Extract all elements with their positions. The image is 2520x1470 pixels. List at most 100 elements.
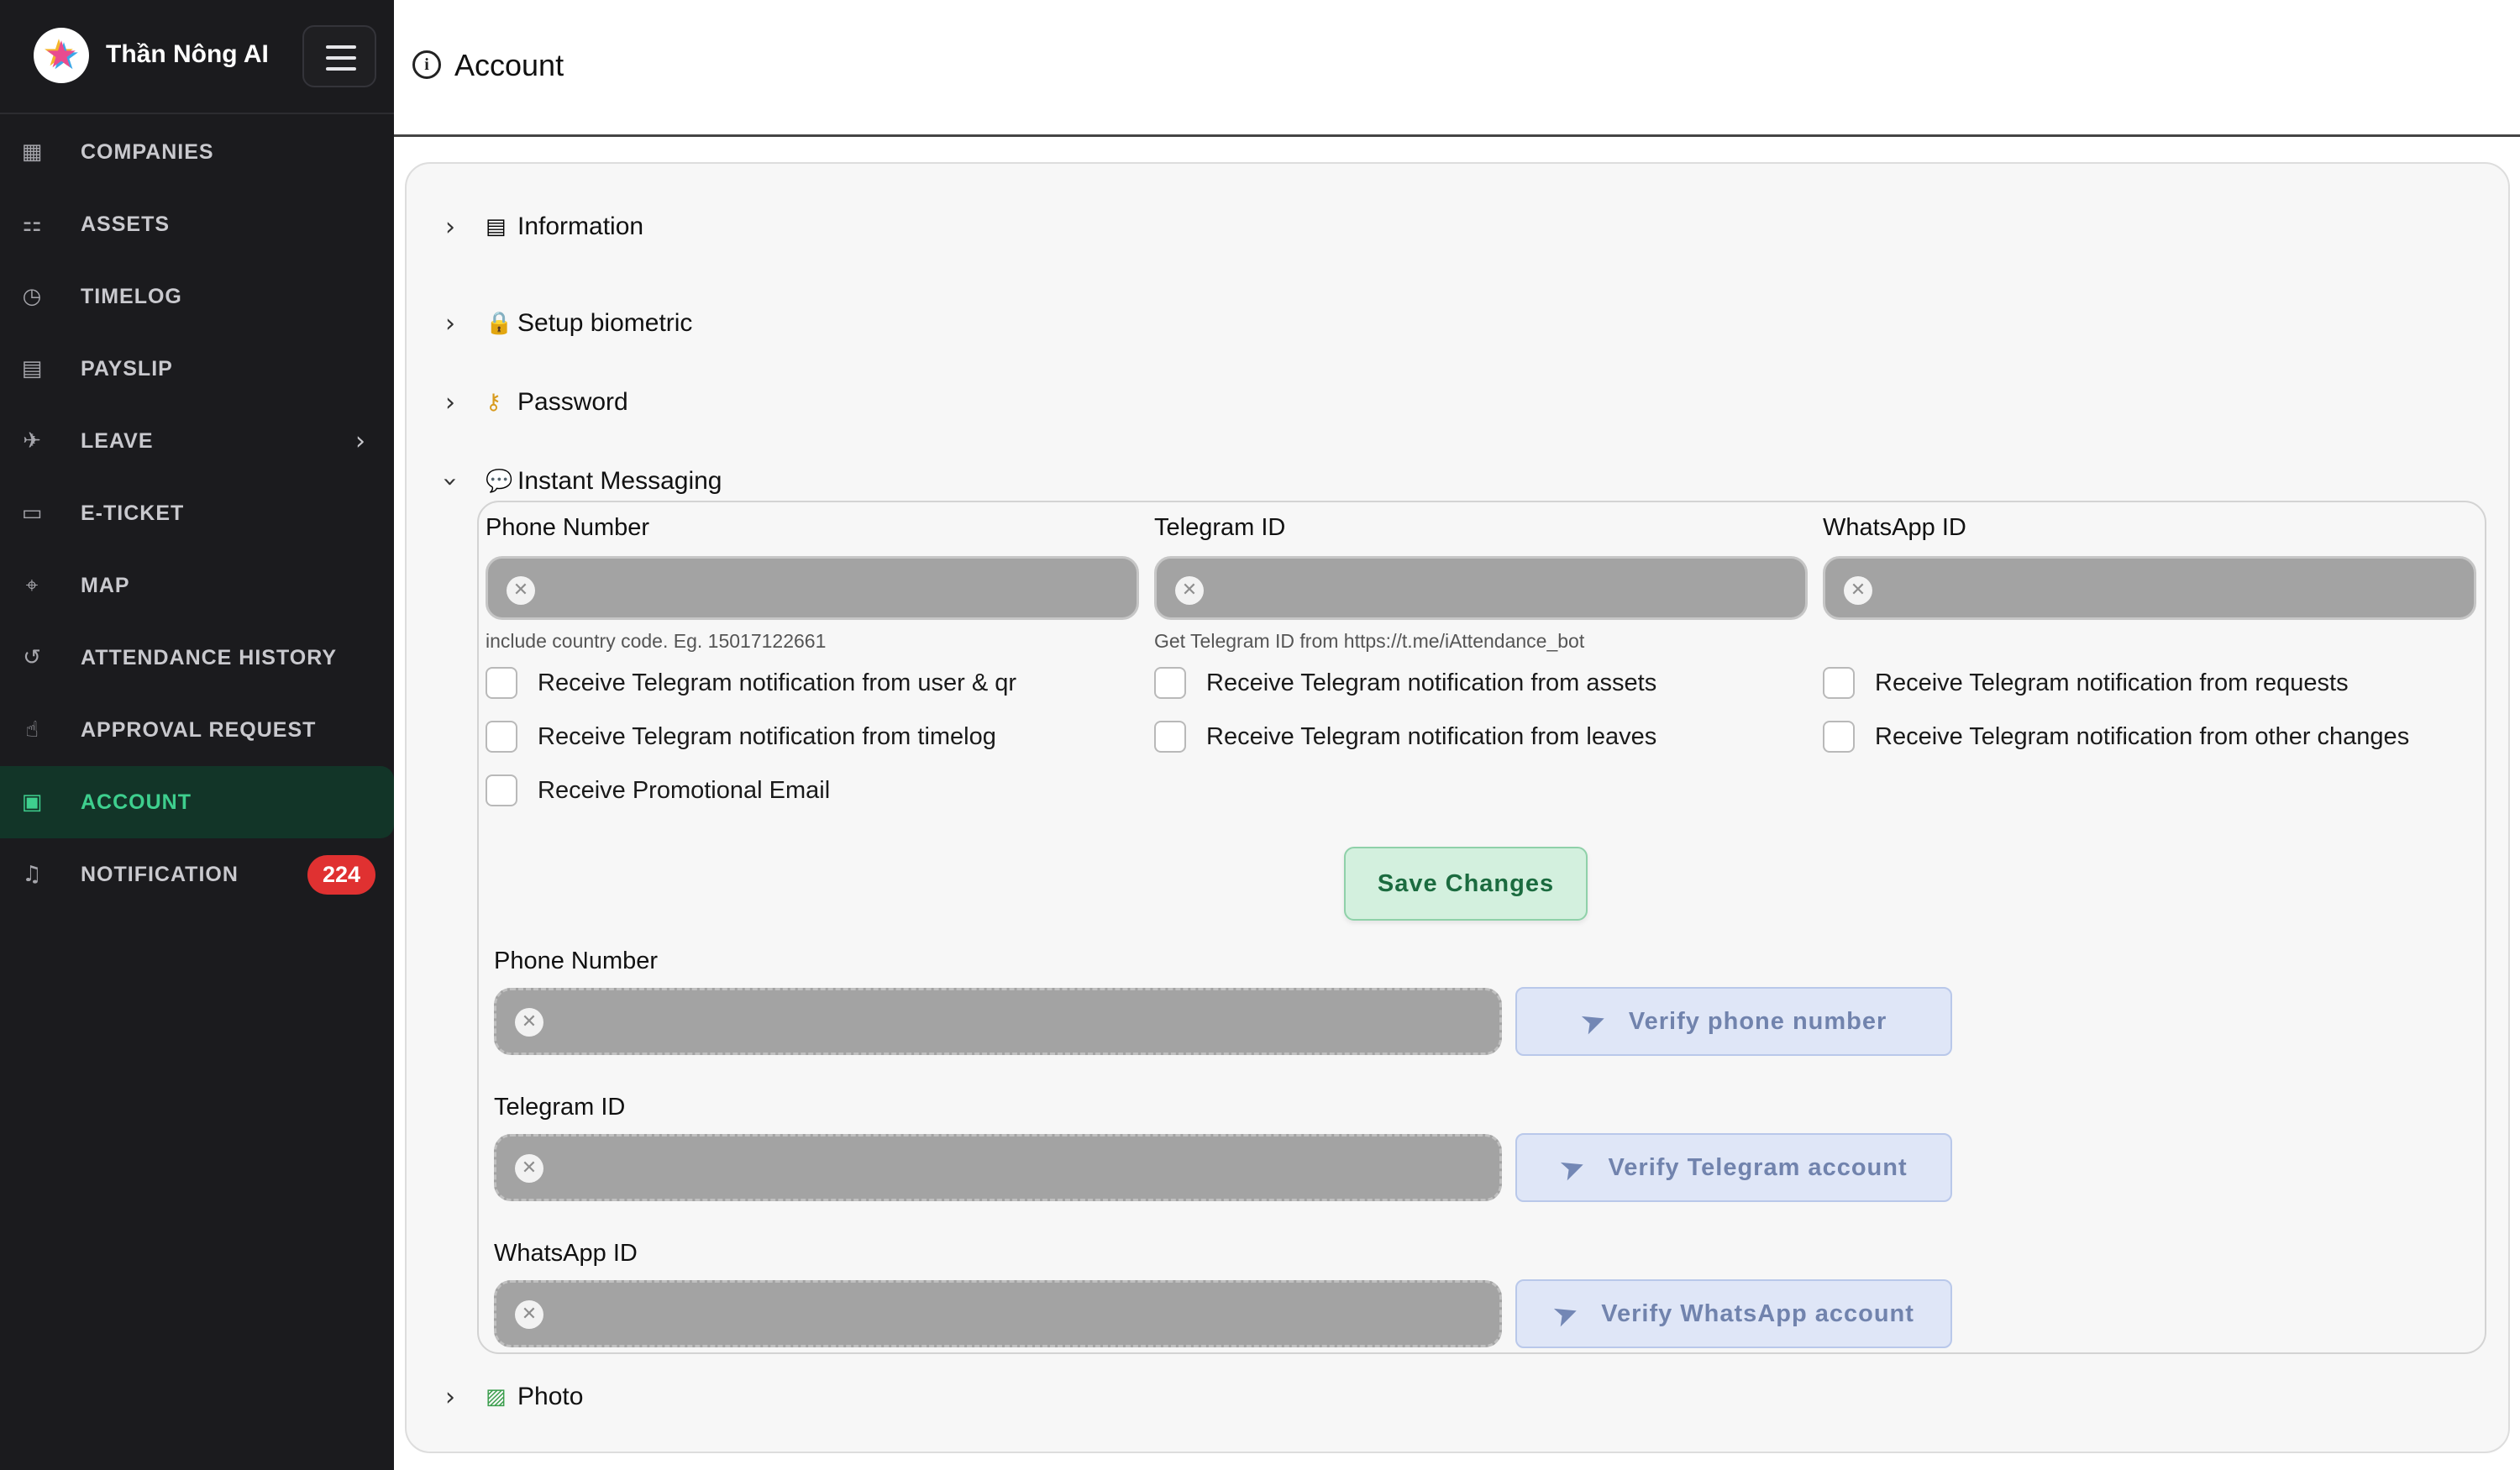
page-title: Account — [454, 48, 564, 82]
checkbox-telegram-leaves[interactable]: Receive Telegram notification from leave… — [1154, 721, 1656, 753]
checkbox[interactable] — [1154, 721, 1186, 753]
verify-phone-label: Phone Number — [494, 948, 659, 974]
sidebar-item-label: COMPANIES — [81, 139, 214, 164]
checkbox-telegram-assets[interactable]: Receive Telegram notification from asset… — [1154, 667, 1656, 699]
checkbox-label: Receive Promotional Email — [538, 776, 831, 804]
verify-whatsapp-input[interactable]: ✕ — [494, 1280, 1502, 1347]
sidebar-item-notification[interactable]: ♫ NOTIFICATION 224 — [0, 838, 394, 911]
clear-icon[interactable]: ✕ — [515, 1154, 543, 1183]
sidebar: ★ Thần Nông AI ▦ COMPANIES ⚏ ASSETS ◷ TI… — [0, 0, 394, 1470]
checkbox[interactable] — [1154, 667, 1186, 699]
lock-icon: 🔒 — [486, 311, 513, 336]
info-icon: i — [412, 50, 441, 79]
map-icon: ⌖ — [25, 572, 39, 598]
speech-bubble-icon: 💬 — [486, 469, 513, 494]
verify-whatsapp-button[interactable]: ➤ Verify WhatsApp account — [1515, 1279, 1952, 1348]
send-icon: ➤ — [1548, 1293, 1585, 1335]
brand: ★ Thần Nông AI — [0, 0, 394, 114]
checkbox[interactable] — [486, 774, 517, 806]
section-setup-biometric[interactable]: › 🔒 Setup biometric — [407, 298, 2423, 349]
checkbox[interactable] — [1823, 721, 1855, 753]
clear-icon[interactable]: ✕ — [1844, 576, 1872, 605]
section-password[interactable]: › ⚷ Password — [407, 377, 2423, 428]
sidebar-item-leave[interactable]: ✈ LEAVE › — [0, 405, 394, 477]
section-label: Information — [517, 213, 644, 240]
chevron-right-icon: › — [355, 426, 365, 456]
checkbox-label: Receive Telegram notification from other… — [1875, 722, 2410, 750]
clear-icon[interactable]: ✕ — [515, 1008, 543, 1037]
checkbox-telegram-other-changes[interactable]: Receive Telegram notification from other… — [1823, 721, 2409, 753]
checkbox-promotional-email[interactable]: Receive Promotional Email — [486, 774, 830, 806]
sidebar-item-assets[interactable]: ⚏ ASSETS — [0, 188, 394, 260]
receipt-icon: ▤ — [21, 356, 43, 381]
send-icon: ➤ — [1575, 1000, 1612, 1042]
section-photo[interactable]: › ▨ Photo — [407, 1372, 2423, 1422]
verify-telegram-button-label: Verify Telegram account — [1608, 1153, 1908, 1181]
chevron-right-icon: › — [445, 1382, 455, 1412]
sidebar-item-e-ticket[interactable]: ▭ E-TICKET — [0, 477, 394, 549]
sidebar-item-label: ATTENDANCE HISTORY — [81, 645, 338, 669]
checkbox-label: Receive Telegram notification from reque… — [1875, 669, 2349, 696]
phone-help-text: include country code. Eg. 15017122661 — [486, 630, 827, 652]
whatsapp-id-input[interactable]: ✕ — [1823, 556, 2476, 620]
section-label: Photo — [517, 1383, 584, 1410]
sidebar-item-companies[interactable]: ▦ COMPANIES — [0, 116, 394, 188]
phone-number-input[interactable]: ✕ — [486, 556, 1139, 620]
sidebar-item-label: ACCOUNT — [81, 790, 192, 814]
sidebar-item-payslip[interactable]: ▤ PAYSLIP — [0, 333, 394, 405]
sidebar-item-label: PAYSLIP — [81, 356, 173, 381]
telegram-id-input[interactable]: ✕ — [1154, 556, 1808, 620]
hierarchy-icon: ⚏ — [22, 212, 42, 237]
save-changes-button[interactable]: Save Changes — [1344, 847, 1588, 921]
verify-phone-button[interactable]: ➤ Verify phone number — [1515, 987, 1952, 1056]
thumbs-up-icon: ☝ — [25, 717, 39, 743]
sidebar-item-account[interactable]: ▣ ACCOUNT — [0, 766, 394, 838]
sidebar-item-label: ASSETS — [81, 212, 171, 236]
clear-icon[interactable]: ✕ — [507, 576, 535, 605]
checkbox[interactable] — [486, 667, 517, 699]
chevron-right-icon: › — [445, 308, 455, 339]
verify-whatsapp-label: WhatsApp ID — [494, 1240, 638, 1267]
clear-icon[interactable]: ✕ — [1175, 576, 1204, 605]
section-instant-messaging[interactable]: › 💬 Instant Messaging — [407, 456, 2423, 507]
send-icon: ➤ — [1555, 1147, 1592, 1189]
section-information[interactable]: › ▤ Information — [407, 202, 2423, 252]
checkbox-telegram-timelog[interactable]: Receive Telegram notification from timel… — [486, 721, 996, 753]
sidebar-item-timelog[interactable]: ◷ TIMELOG — [0, 260, 394, 333]
verify-telegram-button[interactable]: ➤ Verify Telegram account — [1515, 1133, 1952, 1202]
sidebar-item-label: NOTIFICATION — [81, 862, 239, 886]
sidebar-item-label: APPROVAL REQUEST — [81, 717, 317, 742]
instant-messaging-panel: Phone Number Telegram ID WhatsApp ID ✕ ✕… — [477, 501, 2486, 1354]
id-card-icon: ▣ — [21, 790, 43, 815]
history-icon: ↺ — [23, 645, 41, 670]
verify-telegram-label: Telegram ID — [494, 1094, 626, 1121]
sidebar-item-label: MAP — [81, 573, 130, 597]
sidebar-item-attendance-history[interactable]: ↺ ATTENDANCE HISTORY — [0, 622, 394, 694]
checkbox-label: Receive Telegram notification from asset… — [1206, 669, 1657, 696]
bell-icon: ♫ — [22, 862, 42, 887]
sidebar-item-map[interactable]: ⌖ MAP — [0, 549, 394, 622]
menu-icon-bar — [326, 56, 356, 60]
app-name: Thần Nông AI — [106, 40, 269, 68]
verify-telegram-input[interactable]: ✕ — [494, 1134, 1502, 1201]
top-bar: i Account — [394, 0, 2520, 137]
main-content: › ▤ Information › 🔒 Setup biometric › ⚷ … — [394, 139, 2520, 1470]
checkbox-telegram-user-qr[interactable]: Receive Telegram notification from user … — [486, 667, 1016, 699]
section-label: Password — [517, 388, 628, 416]
notification-count-badge: 224 — [307, 854, 375, 895]
verify-phone-button-label: Verify phone number — [1628, 1007, 1887, 1035]
clear-icon[interactable]: ✕ — [515, 1300, 543, 1329]
checkbox[interactable] — [486, 721, 517, 753]
verify-phone-input[interactable]: ✕ — [494, 988, 1502, 1055]
picture-icon: ▨ — [486, 1384, 507, 1410]
phone-number-label: Phone Number — [486, 514, 650, 541]
whatsapp-id-label: WhatsApp ID — [1823, 514, 1966, 541]
building-icon: ▦ — [21, 139, 43, 165]
hamburger-menu-button[interactable] — [302, 25, 376, 87]
verify-whatsapp-button-label: Verify WhatsApp account — [1601, 1299, 1914, 1327]
menu-icon-bar — [326, 45, 356, 49]
checkbox[interactable] — [1823, 667, 1855, 699]
sidebar-item-approval-request[interactable]: ☝ APPROVAL REQUEST — [0, 694, 394, 766]
chevron-right-icon: › — [445, 212, 455, 242]
checkbox-telegram-requests[interactable]: Receive Telegram notification from reque… — [1823, 667, 2349, 699]
